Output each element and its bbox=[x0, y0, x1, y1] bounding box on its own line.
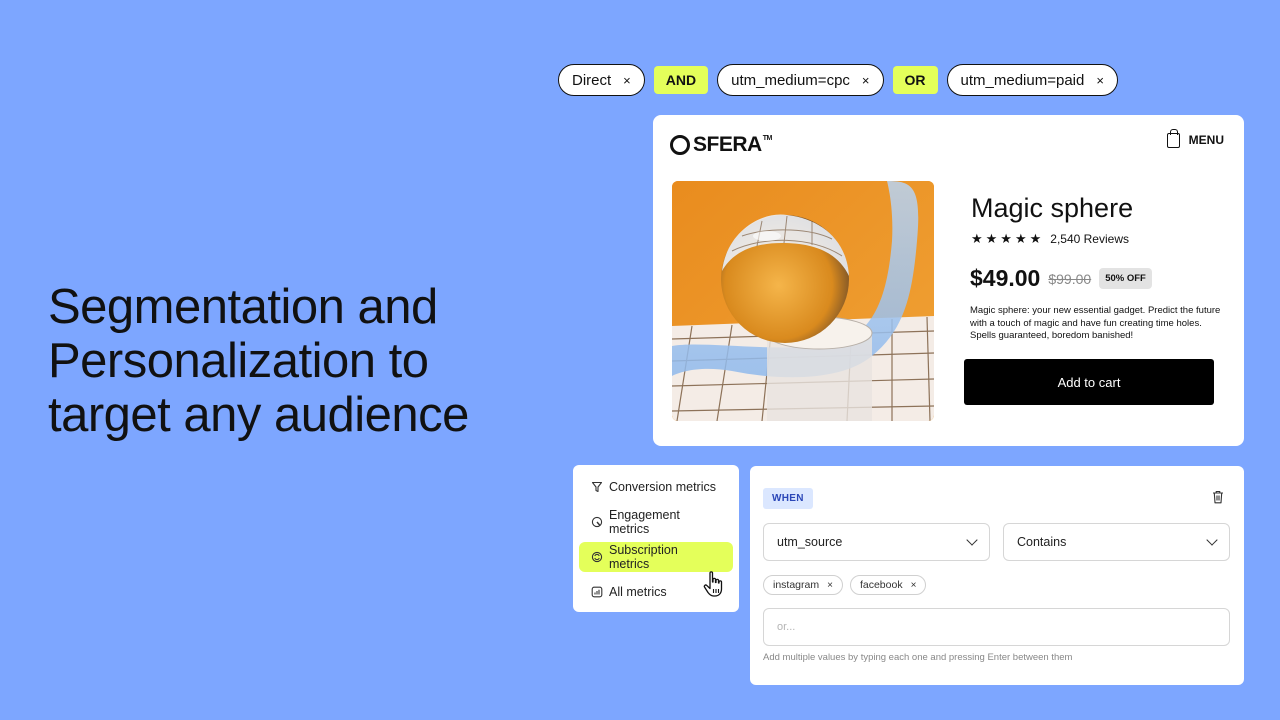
shopping-bag-icon[interactable] bbox=[1166, 129, 1180, 148]
close-icon[interactable]: × bbox=[1096, 73, 1104, 88]
headline-line-1: Segmentation and bbox=[48, 280, 438, 334]
when-badge: WHEN bbox=[763, 488, 813, 509]
value-tag-instagram[interactable]: instagram × bbox=[763, 575, 843, 595]
value-tags: instagram × facebook × bbox=[763, 575, 927, 595]
value-tag-facebook[interactable]: facebook × bbox=[849, 575, 927, 595]
filter-chip-direct[interactable]: Direct × bbox=[558, 64, 645, 96]
add-to-cart-button[interactable]: Add to cart bbox=[964, 359, 1214, 405]
menu-item-subscription-metrics[interactable]: Subscription metrics bbox=[579, 542, 733, 572]
product-title: Magic sphere bbox=[971, 193, 1134, 223]
filter-chip-label: utm_medium=cpc bbox=[731, 71, 850, 89]
menu-label: MENU bbox=[1188, 132, 1224, 147]
filter-chip-utm-medium-cpc[interactable]: utm_medium=cpc × bbox=[717, 64, 884, 96]
menu-item-label: Engagement metrics bbox=[609, 508, 680, 536]
brand-logo[interactable]: SFERA TM bbox=[670, 133, 772, 157]
value-tag-label: facebook bbox=[859, 579, 903, 591]
product-photo bbox=[672, 181, 934, 421]
review-count[interactable]: 2,540 Reviews bbox=[1050, 232, 1129, 246]
chart-icon bbox=[591, 586, 603, 598]
filter-chip-label: utm_medium=paid bbox=[960, 71, 1085, 89]
discount-badge: 50% OFF bbox=[1099, 268, 1152, 289]
subscription-icon bbox=[591, 551, 603, 563]
close-icon[interactable]: × bbox=[827, 580, 833, 591]
filter-chip-utm-medium-paid[interactable]: utm_medium=paid × bbox=[946, 64, 1118, 96]
operator-select[interactable]: Contains bbox=[1003, 523, 1230, 561]
headline-line-2: Personalization to bbox=[48, 334, 429, 388]
operator-or[interactable]: OR bbox=[892, 66, 938, 94]
current-price: $49.00 bbox=[970, 265, 1041, 291]
operator-select-value: Contains bbox=[1017, 535, 1067, 549]
close-icon[interactable]: × bbox=[623, 73, 631, 88]
product-price-row: $49.00 $99.00 50% OFF bbox=[970, 265, 1152, 292]
filter-chip-label: Direct bbox=[572, 71, 612, 89]
hand-pointer-cursor-icon bbox=[703, 571, 723, 597]
menu-item-label: All metrics bbox=[609, 585, 667, 599]
headline-line-3: target any audience bbox=[48, 388, 469, 442]
value-input-hint: Add multiple values by typing each one a… bbox=[763, 652, 1073, 663]
trash-icon[interactable] bbox=[1212, 490, 1224, 504]
product-card: SFERA TM MENU Magic sphere ★★★★★ 2,540 R… bbox=[653, 115, 1244, 446]
engagement-icon bbox=[591, 516, 603, 528]
original-price: $99.00 bbox=[1048, 270, 1092, 287]
funnel-icon bbox=[591, 481, 603, 493]
value-input[interactable] bbox=[763, 608, 1230, 646]
field-select-value: utm_source bbox=[777, 535, 843, 549]
condition-panel: WHEN utm_source Contains instagram × fac… bbox=[750, 466, 1244, 685]
headline: Segmentation and Personalization to targ… bbox=[48, 280, 528, 442]
value-tag-label: instagram bbox=[773, 579, 820, 591]
field-select[interactable]: utm_source bbox=[763, 523, 990, 561]
trademark: TM bbox=[762, 134, 773, 142]
menu-item-label: Subscription metrics bbox=[609, 543, 678, 571]
operator-and[interactable]: AND bbox=[653, 66, 709, 94]
product-description: Magic sphere: your new essential gadget.… bbox=[970, 305, 1221, 341]
brand-name: SFERA bbox=[693, 133, 762, 156]
close-icon[interactable]: × bbox=[862, 73, 870, 88]
menu-button[interactable]: MENU bbox=[1166, 129, 1224, 148]
logo-circle-icon bbox=[670, 135, 690, 155]
product-rating[interactable]: ★★★★★ 2,540 Reviews bbox=[971, 231, 1129, 247]
chevron-down-icon bbox=[966, 534, 978, 546]
star-rating-icons: ★★★★★ bbox=[971, 231, 1045, 246]
close-icon[interactable]: × bbox=[911, 580, 917, 591]
filter-chips-row: Direct × AND utm_medium=cpc × OR utm_med… bbox=[558, 64, 1118, 96]
menu-item-engagement-metrics[interactable]: Engagement metrics bbox=[579, 507, 733, 537]
chevron-down-icon bbox=[1206, 534, 1218, 546]
product-image bbox=[672, 181, 934, 421]
menu-item-label: Conversion metrics bbox=[609, 480, 716, 494]
menu-item-conversion-metrics[interactable]: Conversion metrics bbox=[579, 472, 733, 502]
